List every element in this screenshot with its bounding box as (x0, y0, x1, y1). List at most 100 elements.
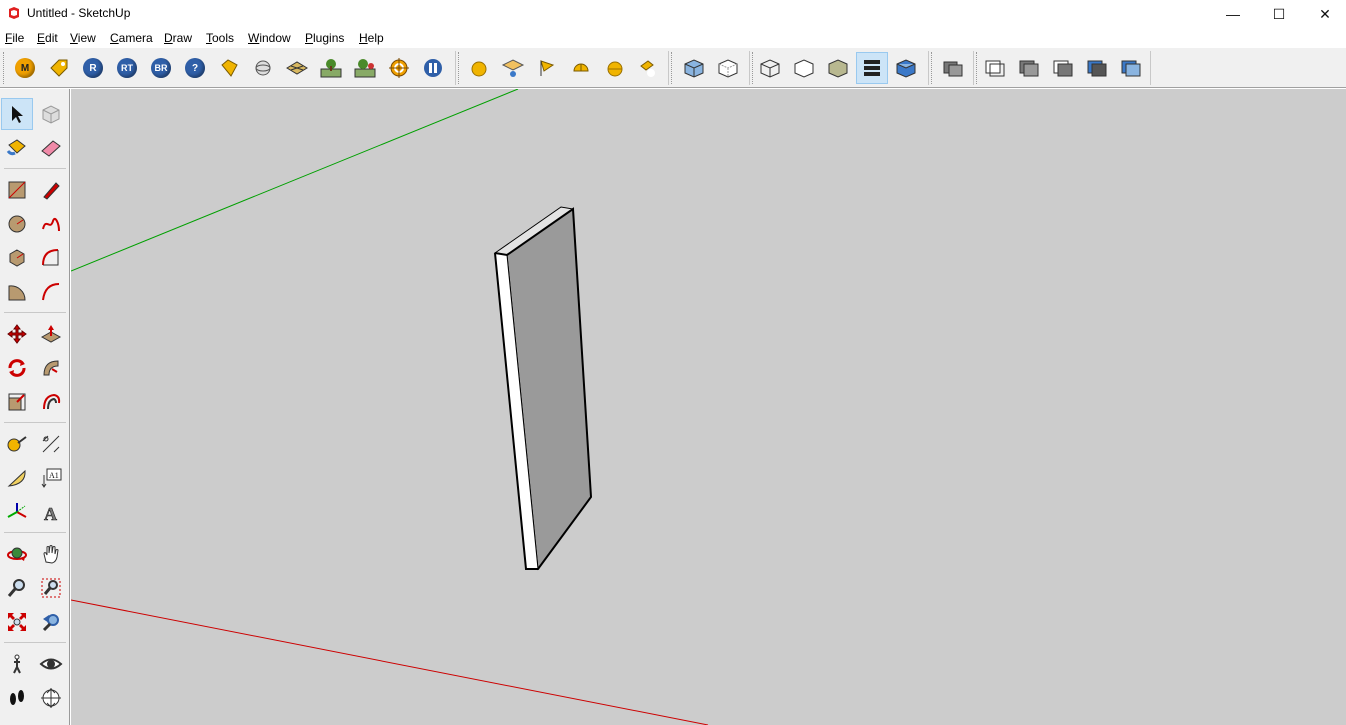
menu-edit[interactable]: Edit (37, 31, 58, 45)
section-plane-tool[interactable] (35, 682, 67, 714)
two-point-arc-icon (42, 283, 60, 301)
pan-tool[interactable] (35, 538, 67, 570)
position-camera-tool[interactable] (1, 648, 33, 680)
paint-bucket-tool[interactable] (1, 132, 33, 164)
xray-style-button[interactable] (678, 52, 710, 84)
toolbar-grip[interactable] (3, 52, 6, 84)
menu-view[interactable]: View (70, 31, 96, 45)
view-back-button[interactable] (1115, 52, 1147, 84)
tape-measure-tool[interactable] (1, 428, 33, 460)
toolbar-grip[interactable] (671, 52, 674, 84)
view-right-button[interactable] (1081, 52, 1113, 84)
eraser-tool[interactable] (35, 132, 67, 164)
shaded-style-button[interactable] (822, 52, 854, 84)
rotate-icon (8, 359, 26, 377)
orbit-tool[interactable] (1, 538, 33, 570)
offset-icon (43, 393, 61, 410)
view-top-button[interactable] (1013, 52, 1045, 84)
3d-text-tool[interactable]: A (35, 496, 67, 528)
rotate-tool[interactable] (1, 352, 33, 384)
walk-tool[interactable] (1, 682, 33, 714)
move-tool[interactable] (1, 318, 33, 350)
textured-cube-icon (896, 59, 916, 78)
axes-icon (7, 503, 27, 518)
dimension-tool[interactable] (35, 428, 67, 460)
m-button[interactable]: M (9, 52, 41, 84)
sun-button[interactable] (463, 52, 495, 84)
m-icon: M (15, 58, 35, 78)
back-edges-style-button[interactable] (712, 52, 744, 84)
menu-window[interactable]: Window (248, 31, 291, 45)
tag-button[interactable] (43, 52, 75, 84)
r-button[interactable]: R (77, 52, 109, 84)
br-button[interactable]: BR (145, 52, 177, 84)
menu-plugins[interactable]: Plugins (305, 31, 344, 45)
paint-scene-button[interactable] (631, 52, 663, 84)
rt-button[interactable]: RT (111, 52, 143, 84)
menu-camera[interactable]: Camera (110, 31, 153, 45)
two-point-arc-tool[interactable] (35, 276, 67, 308)
line-tool[interactable] (35, 174, 67, 206)
label-tag-button[interactable] (213, 52, 245, 84)
monochrome-stack-icon (864, 60, 880, 76)
push-pull-tool[interactable] (35, 318, 67, 350)
dome-button[interactable] (565, 52, 597, 84)
terrain-button[interactable] (315, 52, 347, 84)
drawing-viewport[interactable] (71, 89, 1346, 725)
title-bar: Untitled - SketchUp — ☐ ✕ (0, 0, 1346, 28)
freehand-tool[interactable] (35, 208, 67, 240)
target-icon (389, 58, 409, 78)
maximize-button[interactable]: ☐ (1256, 0, 1302, 28)
sketchup-logo-icon (9, 7, 19, 19)
previous-view-tool[interactable] (35, 606, 67, 638)
look-around-tool[interactable] (35, 648, 67, 680)
geo-location-button[interactable] (497, 52, 529, 84)
make-component-tool[interactable] (35, 98, 67, 130)
hidden-line-style-button[interactable] (788, 52, 820, 84)
menu-file[interactable]: File (5, 31, 24, 45)
help-button[interactable]: ? (179, 52, 211, 84)
minimize-icon: — (1226, 6, 1240, 22)
zoom-tool[interactable] (1, 572, 33, 604)
wireframe-cube-icon (760, 59, 780, 78)
close-button[interactable]: ✕ (1302, 0, 1346, 28)
scale-tool[interactable] (1, 386, 33, 418)
menu-tools[interactable]: Tools (206, 31, 234, 45)
flag-button[interactable] (531, 52, 563, 84)
layers-button[interactable] (937, 52, 969, 84)
follow-me-icon (43, 360, 59, 376)
zoom-window-tool[interactable] (35, 572, 67, 604)
orb-button[interactable] (599, 52, 631, 84)
rectangle-tool[interactable] (1, 174, 33, 206)
pie-tool[interactable] (1, 276, 33, 308)
polygon-tool[interactable] (1, 242, 33, 274)
arc-tool[interactable] (35, 242, 67, 274)
view-iso-icon (985, 60, 1005, 77)
toolbar-grip[interactable] (458, 52, 461, 84)
axes-tool[interactable] (1, 496, 33, 528)
menu-draw[interactable]: Draw (164, 31, 192, 45)
target-button[interactable] (383, 52, 415, 84)
select-tool[interactable] (1, 98, 33, 130)
menu-help[interactable]: Help (359, 31, 384, 45)
text-tool[interactable]: A1 (35, 462, 67, 494)
wireframe-style-button[interactable] (754, 52, 786, 84)
shaded-textures-style-button[interactable] (890, 52, 922, 84)
offset-tool[interactable] (35, 386, 67, 418)
dome-icon (573, 63, 589, 72)
pause-button[interactable] (417, 52, 449, 84)
view-iso-button[interactable] (979, 52, 1011, 84)
zoom-extents-tool[interactable] (1, 606, 33, 638)
toolbar-grip[interactable] (931, 52, 934, 84)
minimize-button[interactable]: — (1210, 0, 1256, 28)
view-front-button[interactable] (1047, 52, 1079, 84)
sphere-button[interactable] (247, 52, 279, 84)
section-plane-icon (286, 61, 308, 75)
3d-text-icon: A (44, 504, 58, 523)
section-plane-button[interactable] (281, 52, 313, 84)
circle-tool[interactable] (1, 208, 33, 240)
sandbox-button[interactable] (349, 52, 381, 84)
follow-me-tool[interactable] (35, 352, 67, 384)
protractor-tool[interactable] (1, 462, 33, 494)
monochrome-style-button[interactable] (856, 52, 888, 84)
